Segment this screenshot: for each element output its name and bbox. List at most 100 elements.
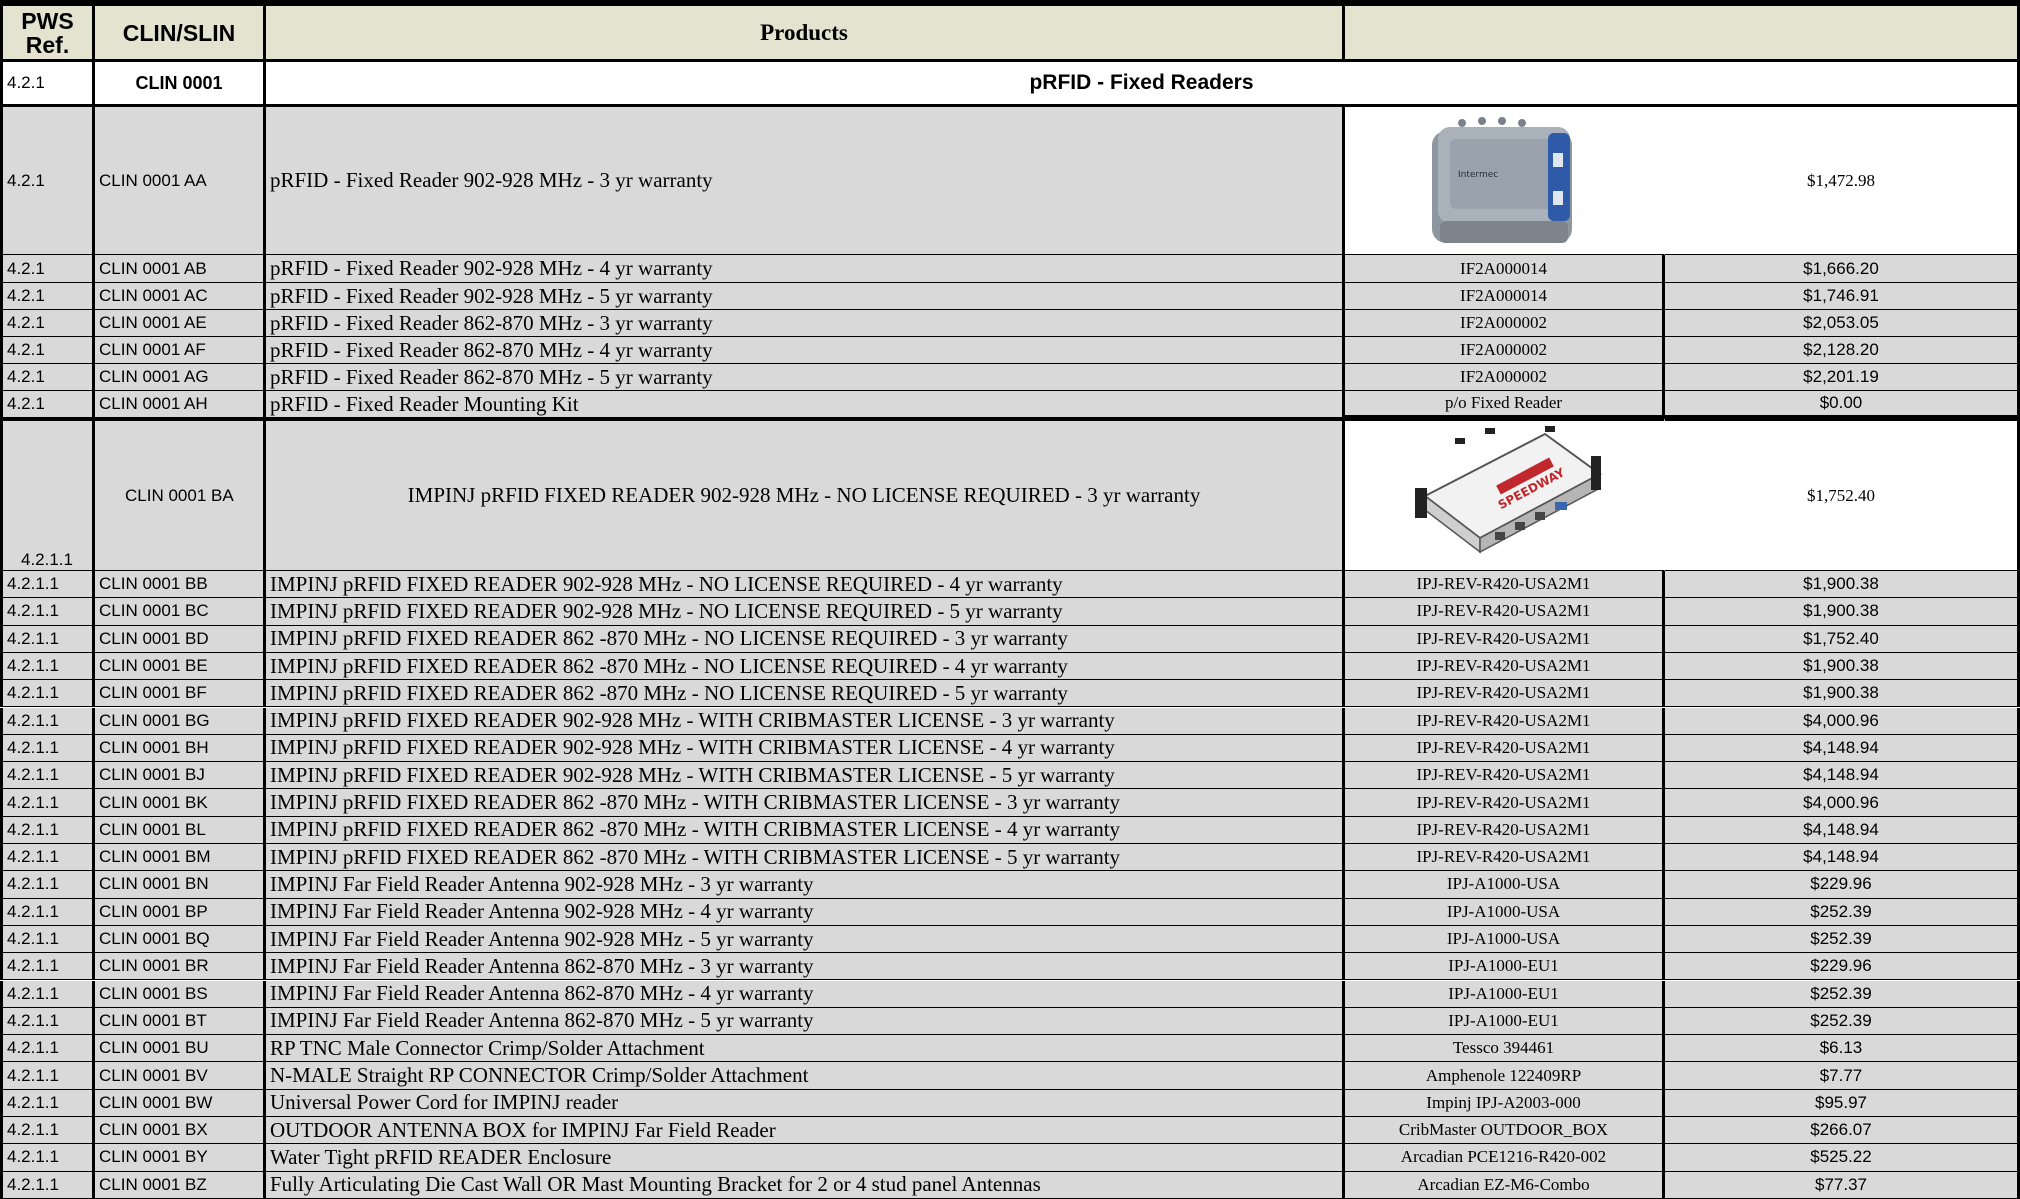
row-ref[interactable]: 4.2.1 [0, 310, 95, 337]
row-clin[interactable]: CLIN 0001 BY [95, 1144, 266, 1172]
row-clin[interactable]: CLIN 0001 BQ [95, 925, 266, 954]
header-products[interactable]: Products [266, 0, 1345, 62]
row-product[interactable]: pRFID - Fixed Reader 862-870 MHz - 5 yr … [266, 364, 1345, 391]
row-clin[interactable]: CLIN 0001 BB [95, 571, 266, 599]
row-ref[interactable]: 4.2.1.1 [0, 925, 95, 954]
row-part-number[interactable]: IF2A000014 [1345, 255, 1665, 283]
row-product[interactable]: IMPINJ pRFID FIXED READER 902-928 MHz - … [266, 418, 1345, 571]
row-price[interactable]: $1,752.40 [1665, 625, 2020, 653]
row-part-number[interactable]: p/o Fixed Reader [1345, 391, 1665, 418]
row-price[interactable]: $1,472.98 [1665, 107, 2020, 255]
row-ref[interactable]: 4.2.1 [0, 391, 95, 418]
row-part-number[interactable]: IPJ-REV-R420-USA2M1 [1345, 652, 1665, 681]
row-ref[interactable]: 4.2.1.1 [0, 1089, 95, 1117]
row-product[interactable]: pRFID - Fixed Reader 862-870 MHz - 4 yr … [266, 337, 1345, 364]
row-price[interactable]: $1,900.38 [1665, 598, 2020, 626]
section-ref[interactable]: 4.2.1 [0, 62, 95, 107]
row-part-number[interactable]: IF2A000014 [1345, 283, 1665, 310]
row-part-number[interactable]: IPJ-A1000-USA [1345, 871, 1665, 899]
row-price[interactable]: $2,201.19 [1665, 364, 2020, 391]
row-ref[interactable]: 4.2.1.1 [0, 980, 95, 1008]
row-clin[interactable]: CLIN 0001 BU [95, 1035, 266, 1063]
row-part-number[interactable]: CribMaster OUTDOOR_BOX [1345, 1117, 1665, 1145]
row-product[interactable]: pRFID - Fixed Reader 902-928 MHz - 3 yr … [266, 107, 1345, 255]
row-product[interactable]: IMPINJ Far Field Reader Antenna 902-928 … [266, 871, 1345, 899]
row-product[interactable]: Water Tight pRFID READER Enclosure [266, 1144, 1345, 1172]
row-product[interactable]: IMPINJ pRFID FIXED READER 862 -870 MHz -… [266, 844, 1345, 872]
row-ref[interactable]: 4.2.1.1 [0, 707, 95, 735]
row-ref[interactable]: 4.2.1.1 [0, 1007, 95, 1036]
row-clin[interactable]: CLIN 0001 BW [95, 1089, 266, 1117]
row-product[interactable]: IMPINJ Far Field Reader Antenna 862-870 … [266, 1007, 1345, 1036]
row-price[interactable]: $252.39 [1665, 898, 2020, 926]
row-ref[interactable]: 4.2.1.1 [0, 789, 95, 817]
row-ref[interactable]: 4.2.1.1 [0, 1035, 95, 1063]
row-price[interactable]: $252.39 [1665, 1007, 2020, 1036]
row-part-number[interactable]: Amphenole 122409RP [1345, 1062, 1665, 1090]
row-part-number[interactable]: IPJ-A1000-EU1 [1345, 1007, 1665, 1036]
row-ref[interactable]: 4.2.1.1 [0, 680, 95, 708]
row-price[interactable]: $252.39 [1665, 925, 2020, 954]
row-price[interactable]: $2,053.05 [1665, 310, 2020, 337]
row-part-number[interactable]: IPJ-REV-R420-USA2M1 [1345, 844, 1665, 872]
row-price[interactable]: $4,148.94 [1665, 762, 2020, 790]
row-ref[interactable]: 4.2.1.1 [0, 734, 95, 763]
row-clin[interactable]: CLIN 0001 AA [95, 107, 266, 255]
row-price[interactable]: $0.00 [1665, 391, 2020, 418]
row-clin[interactable]: CLIN 0001 BM [95, 844, 266, 872]
row-clin[interactable]: CLIN 0001 BG [95, 707, 266, 735]
row-part-number[interactable]: Arcadian EZ-M6-Combo [1345, 1171, 1665, 1199]
row-product[interactable]: OUTDOOR ANTENNA BOX for IMPINJ Far Field… [266, 1117, 1345, 1145]
row-product[interactable]: Universal Power Cord for IMPINJ reader [266, 1089, 1345, 1117]
row-product[interactable]: IMPINJ Far Field Reader Antenna 862-870 … [266, 953, 1345, 981]
row-ref[interactable]: 4.2.1 [0, 283, 95, 310]
row-product[interactable]: IMPINJ pRFID FIXED READER 862 -870 MHz -… [266, 816, 1345, 844]
row-part-number[interactable]: IPJ-A1000-USA [1345, 925, 1665, 954]
row-clin[interactable]: CLIN 0001 AG [95, 364, 266, 391]
row-product[interactable]: pRFID - Fixed Reader 902-928 MHz - 4 yr … [266, 255, 1345, 283]
row-part-number[interactable]: IPJ-REV-R420-USA2M1 [1345, 598, 1665, 626]
row-price[interactable]: $1,666.20 [1665, 255, 2020, 283]
row-ref[interactable]: 4.2.1.1 [0, 598, 95, 626]
row-part-number[interactable]: IPJ-REV-R420-USA2M1 [1345, 789, 1665, 817]
row-part-number[interactable]: Arcadian PCE1216-R420-002 [1345, 1144, 1665, 1172]
row-clin[interactable]: CLIN 0001 AH [95, 391, 266, 418]
row-ref[interactable]: 4.2.1 [0, 364, 95, 391]
row-product[interactable]: IMPINJ pRFID FIXED READER 862 -870 MHz -… [266, 625, 1345, 653]
row-part-number[interactable]: IPJ-REV-R420-USA2M1 [1345, 734, 1665, 763]
row-part-number[interactable]: IPJ-A1000-EU1 [1345, 953, 1665, 981]
row-ref[interactable]: 4.2.1.1 [0, 871, 95, 899]
row-clin[interactable]: CLIN 0001 BC [95, 598, 266, 626]
row-product[interactable]: N-MALE Straight RP CONNECTOR Crimp/Solde… [266, 1062, 1345, 1090]
row-price[interactable]: $1,900.38 [1665, 680, 2020, 708]
row-ref[interactable]: 4.2.1 [0, 337, 95, 364]
section-title[interactable]: pRFID - Fixed Readers [266, 62, 2020, 107]
row-price[interactable]: $4,000.96 [1665, 789, 2020, 817]
row-price[interactable]: $77.37 [1665, 1171, 2020, 1199]
row-part-number[interactable]: IPJ-REV-R420-USA2M1 [1345, 707, 1665, 735]
row-price[interactable]: $525.22 [1665, 1144, 2020, 1172]
row-product[interactable]: IMPINJ pRFID FIXED READER 862 -870 MHz -… [266, 680, 1345, 708]
row-price[interactable]: $252.39 [1665, 980, 2020, 1008]
header-pws-ref[interactable]: PWS Ref. [0, 0, 95, 62]
row-clin[interactable]: CLIN 0001 AE [95, 310, 266, 337]
row-clin[interactable]: CLIN 0001 BH [95, 734, 266, 763]
row-price[interactable]: $7.77 [1665, 1062, 2020, 1090]
row-price[interactable]: $4,148.94 [1665, 844, 2020, 872]
row-part-number[interactable]: IPJ-REV-R420-USA2M1 [1345, 762, 1665, 790]
row-clin[interactable]: CLIN 0001 AC [95, 283, 266, 310]
row-clin[interactable]: CLIN 0001 BJ [95, 762, 266, 790]
header-clin-slin[interactable]: CLIN/SLIN [95, 0, 266, 62]
row-ref[interactable]: 4.2.1.1 [0, 1062, 95, 1090]
row-ref[interactable]: 4.2.1.1 [0, 571, 95, 599]
row-price[interactable]: $229.96 [1665, 953, 2020, 981]
row-product[interactable]: IMPINJ Far Field Reader Antenna 902-928 … [266, 898, 1345, 926]
row-part-number[interactable]: IPJ-REV-R420-USA2M1 [1345, 680, 1665, 708]
row-ref[interactable]: 4.2.1.1 [0, 844, 95, 872]
row-ref[interactable]: 4.2.1.1 [0, 816, 95, 844]
row-product[interactable]: pRFID - Fixed Reader 862-870 MHz - 3 yr … [266, 310, 1345, 337]
row-price[interactable]: $266.07 [1665, 1117, 2020, 1145]
row-price[interactable]: $4,148.94 [1665, 734, 2020, 763]
row-price[interactable]: $1,900.38 [1665, 652, 2020, 681]
row-clin[interactable]: CLIN 0001 BS [95, 980, 266, 1008]
